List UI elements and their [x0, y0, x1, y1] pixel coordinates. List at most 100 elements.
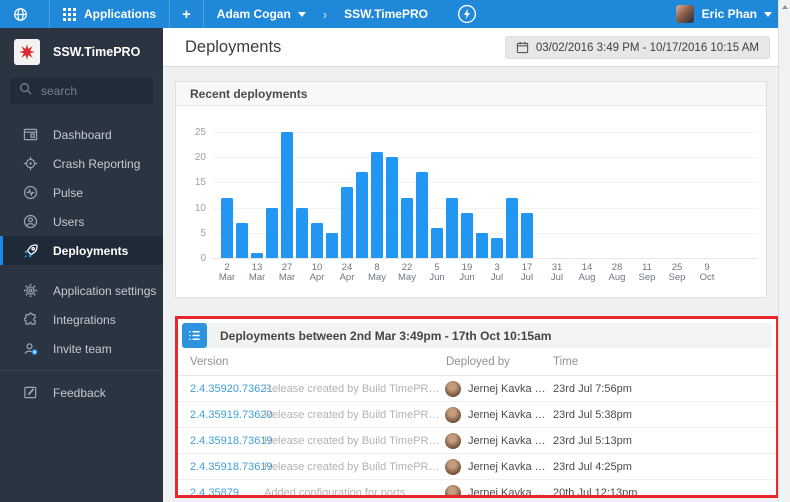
x-axis-tick-label: 28Aug	[600, 263, 634, 283]
sidebar-item-deployments[interactable]: Deployments	[0, 236, 163, 265]
chart-bar	[491, 238, 503, 258]
x-axis-tick-label: 19Jun	[450, 263, 484, 283]
chart-panel-title: Recent deployments	[176, 82, 766, 106]
sidebar-item-feedback[interactable]: Feedback	[0, 378, 163, 407]
column-header-version: Version	[190, 356, 228, 368]
globe-button[interactable]	[0, 0, 49, 28]
sidebar-item-dashboard[interactable]: Dashboard	[0, 120, 163, 149]
chart-bar	[416, 172, 428, 258]
applications-menu[interactable]: Applications	[50, 0, 169, 28]
x-axis-tick-label: 13Mar	[240, 263, 274, 283]
feedback-icon	[22, 385, 39, 400]
users-icon	[22, 214, 39, 229]
chart-bar	[521, 213, 533, 258]
y-axis-tick-label: 0	[182, 253, 206, 264]
x-axis-tick-label: 31Jul	[540, 263, 574, 283]
table-row: 2.4.35918.73619Release created by Build …	[178, 454, 776, 480]
x-axis-tick-label: 17Jul	[510, 263, 544, 283]
sidebar-item-label: Users	[53, 215, 84, 229]
pulse-bolt-button[interactable]	[457, 4, 477, 24]
deployer-name: Jernej Kavka www.ss...	[468, 487, 550, 498]
version-link[interactable]: 2.4.35919.73620	[190, 409, 273, 421]
sidebar-item-users[interactable]: Users	[0, 207, 163, 236]
sidebar-item-pulse[interactable]: Pulse	[0, 178, 163, 207]
version-link[interactable]: 2.4.35918.73619	[190, 435, 273, 447]
sidebar-item-label: Deployments	[53, 244, 128, 258]
date-range-label: 03/02/2016 3:49 PM - 10/17/2016 10:15 AM	[536, 42, 759, 54]
y-axis-tick-label: 25	[182, 127, 206, 138]
chart-bar	[446, 198, 458, 258]
x-axis-tick-label: 5Jun	[420, 263, 454, 283]
invite-team-icon	[22, 341, 39, 357]
deployments-bar-chart: 05101520252Mar13Mar27Mar10Apr24Apr8May22…	[176, 106, 766, 298]
sidebar-item-crash-reporting[interactable]: Crash Reporting	[0, 149, 163, 178]
date-range-picker[interactable]: 03/02/2016 3:49 PM - 10/17/2016 10:15 AM	[505, 36, 770, 59]
applications-label: Applications	[84, 7, 156, 21]
scroll-up-icon	[782, 5, 788, 9]
column-header-deployed-by: Deployed by	[446, 356, 510, 368]
deployment-description: Release created by Build TimePROWebUI.CD…	[264, 461, 440, 473]
team-dropdown[interactable]: Adam Cogan	[204, 0, 319, 28]
chart-bar	[401, 198, 413, 258]
sidebar-item-label: Feedback	[53, 386, 106, 400]
sidebar-item-integrations[interactable]: Integrations	[0, 305, 163, 334]
deployment-description: Release created by Build TimePROWebUI.CD…	[264, 435, 440, 447]
chart-bar	[221, 198, 233, 258]
table-row: 2.4.35919.73620Release created by Build …	[178, 402, 776, 428]
deployments-table-panel-highlighted: Deployments between 2nd Mar 3:49pm - 17t…	[175, 316, 779, 498]
sidebar-nav-main: DashboardCrash Reporting Pulse Users Deploy…	[0, 120, 163, 265]
user-avatar	[676, 5, 694, 23]
chart-bar	[326, 233, 338, 258]
dashboard-icon	[22, 127, 39, 142]
deployment-time: 20th Jul 12:13pm	[553, 487, 637, 498]
scrollbar[interactable]	[778, 0, 790, 502]
sidebar-nav-footer: Feedback	[0, 370, 163, 407]
version-link[interactable]: 2.4.35920.73621	[190, 383, 273, 395]
chart-bar	[431, 228, 443, 258]
table-row: 2.4.35918.73619Release created by Build …	[178, 428, 776, 454]
chevron-down-icon	[764, 12, 772, 17]
user-name: Eric Phan	[702, 7, 757, 21]
y-axis-tick-label: 20	[182, 152, 206, 163]
x-axis-tick-label: 3Jul	[480, 263, 514, 283]
search-icon	[19, 82, 32, 100]
sidebar: SSW.TimePRO DashboardCrash Reporting Puls…	[0, 28, 163, 502]
table-panel-header: Deployments between 2nd Mar 3:49pm - 17t…	[182, 323, 772, 348]
sidebar-item-invite-team[interactable]: Invite team	[0, 334, 163, 363]
sidebar-item-application-settings[interactable]: Application settings	[0, 276, 163, 305]
deployment-description: Release created by Build TimePROWebUI.CD…	[264, 409, 440, 421]
rocket-icon	[22, 243, 39, 259]
search-box[interactable]	[10, 78, 153, 104]
app-header: SSW.TimePRO	[14, 39, 163, 65]
version-link[interactable]: 2.4.35879	[190, 487, 239, 498]
table-column-headers: Version Deployed by Time	[178, 348, 776, 376]
version-link[interactable]: 2.4.35918.73619	[190, 461, 273, 473]
pulse-icon	[22, 185, 39, 200]
x-axis-tick-label: 25Sep	[660, 263, 694, 283]
grid-icon	[63, 8, 76, 21]
x-axis-tick-label: 11Sep	[630, 263, 664, 283]
sidebar-item-label: Pulse	[53, 186, 83, 200]
y-axis-tick-label: 10	[182, 203, 206, 214]
chart-bar	[356, 172, 368, 258]
chart-bar	[506, 198, 518, 258]
puzzle-icon	[22, 312, 39, 327]
search-input[interactable]	[41, 84, 141, 98]
deployer-avatar	[445, 407, 461, 423]
breadcrumb-app[interactable]: SSW.TimePRO	[331, 0, 441, 28]
chart-bar	[281, 132, 293, 258]
team-name: Adam Cogan	[217, 7, 291, 21]
app-logo	[14, 39, 40, 65]
chart-bar	[251, 253, 263, 258]
deployment-time: 23rd Jul 5:13pm	[553, 435, 632, 447]
deployer-name: Jernej Kavka www.ss...	[468, 435, 550, 447]
deployment-time: 23rd Jul 5:38pm	[553, 409, 632, 421]
chart-gridline	[212, 258, 758, 259]
deployment-time: 23rd Jul 4:25pm	[553, 461, 632, 473]
user-menu[interactable]: Eric Phan	[676, 0, 772, 28]
page-title: Deployments	[185, 38, 281, 57]
x-axis-tick-label: 9Oct	[690, 263, 724, 283]
deployer-name: Jernej Kavka www.ss...	[468, 461, 550, 473]
add-application-button[interactable]: +	[170, 0, 203, 28]
chart-bar	[386, 157, 398, 258]
